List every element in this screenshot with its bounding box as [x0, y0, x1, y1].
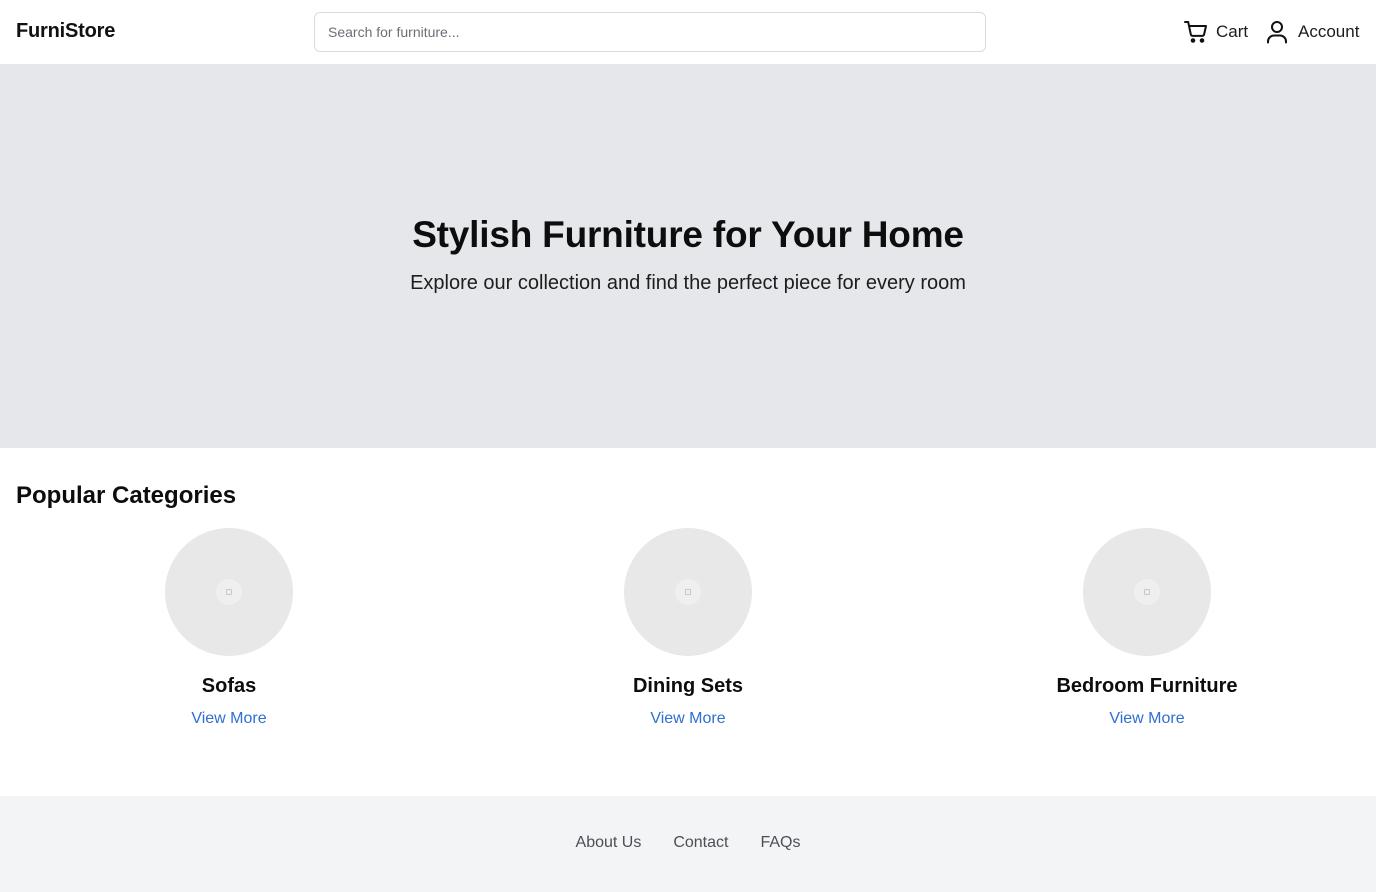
image-placeholder-icon [675, 579, 701, 605]
site-header: FurniStore Cart Account [0, 0, 1376, 64]
category-name: Sofas [201, 675, 257, 697]
category-card-dining-sets: Dining Sets View More [538, 528, 838, 728]
account-link[interactable]: Account [1266, 20, 1359, 44]
site-footer: About Us Contact FAQs [0, 796, 1376, 892]
footer-link-about-us[interactable]: About Us [576, 834, 642, 852]
view-more-link[interactable]: View More [650, 710, 725, 728]
footer-link-faqs[interactable]: FAQs [760, 834, 800, 852]
footer-link-contact[interactable]: Contact [673, 834, 728, 852]
user-icon [1266, 20, 1288, 44]
image-placeholder-icon [1134, 579, 1160, 605]
account-label: Account [1298, 22, 1360, 41]
section-title: Popular Categories [16, 482, 237, 509]
footer-links: About Us Contact FAQs [0, 834, 1376, 852]
category-image[interactable] [624, 528, 752, 656]
category-name: Dining Sets [632, 675, 743, 697]
shopping-cart-icon [1184, 20, 1208, 44]
category-card-bedroom-furniture: Bedroom Furniture View More [997, 528, 1297, 728]
cart-link[interactable]: Cart [1184, 20, 1248, 44]
logo[interactable]: FurniStore [16, 20, 115, 43]
hero-subtitle: Explore our collection and find the perf… [410, 272, 966, 294]
cart-label: Cart [1216, 22, 1249, 41]
hero-title: Stylish Furniture for Your Home [412, 214, 964, 255]
hero-banner: Stylish Furniture for Your Home Explore … [0, 64, 1376, 448]
category-card-sofas: Sofas View More [79, 528, 379, 728]
category-image[interactable] [1083, 528, 1211, 656]
category-name: Bedroom Furniture [1056, 675, 1238, 697]
view-more-link[interactable]: View More [1109, 710, 1184, 728]
image-placeholder-icon [216, 579, 242, 605]
search-input[interactable] [314, 12, 986, 52]
view-more-link[interactable]: View More [191, 710, 266, 728]
category-image[interactable] [165, 528, 293, 656]
